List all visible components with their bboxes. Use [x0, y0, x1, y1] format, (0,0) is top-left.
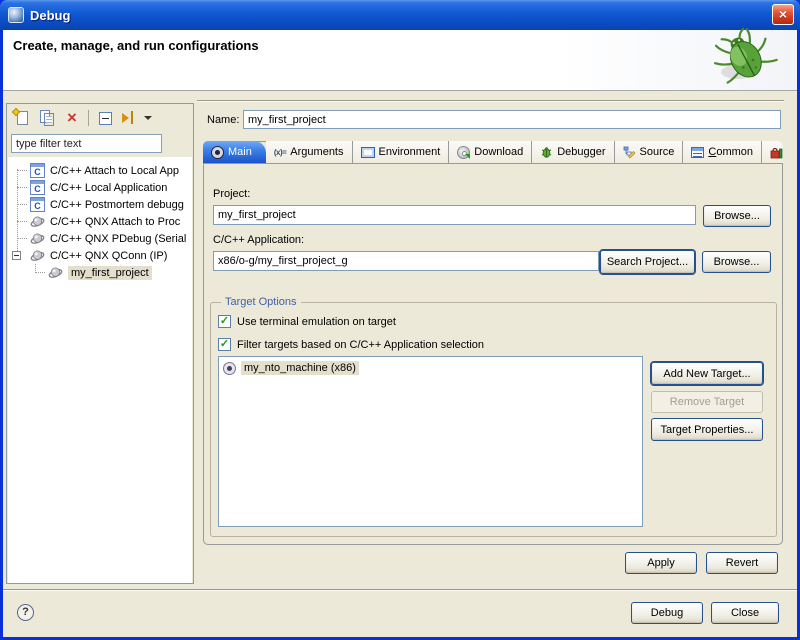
- main-target-icon: [211, 146, 224, 159]
- window-title: Debug: [30, 8, 70, 23]
- arguments-icon: (x)=: [274, 148, 286, 157]
- sidebar-toolbar: ×: [13, 107, 152, 129]
- tree-item-label: C/C++ QNX QConn (IP): [50, 250, 167, 262]
- tab-common[interactable]: Common: [683, 141, 762, 163]
- filter-targets-checkbox[interactable]: ✓: [218, 338, 231, 351]
- common-table-icon: [691, 147, 704, 158]
- collapse-all-icon[interactable]: [96, 109, 114, 127]
- target-options-title: Target Options: [221, 296, 301, 308]
- qnx-sphere-icon: [30, 231, 45, 246]
- debugger-bug-icon: [540, 146, 553, 159]
- tools-toolbox-icon: [770, 146, 783, 159]
- qnx-sphere-icon: [30, 214, 45, 229]
- delete-x-icon: ×: [67, 110, 77, 126]
- config-tab-strip: Main (x)= Arguments Environment Download: [203, 141, 783, 164]
- tab-environment[interactable]: Environment: [353, 141, 450, 163]
- tab-arguments[interactable]: (x)= Arguments: [266, 141, 353, 163]
- toolbar-separator: [88, 110, 89, 126]
- debug-button[interactable]: Debug: [631, 602, 703, 624]
- page-front-icon: [44, 113, 54, 126]
- apply-button[interactable]: Apply: [625, 552, 697, 574]
- tree-item-qnx-pdebug[interactable]: C/C++ QNX PDebug (Serial: [8, 230, 192, 247]
- delete-configuration-icon[interactable]: ×: [63, 109, 81, 127]
- use-terminal-emulation-label[interactable]: Use terminal emulation on target: [237, 316, 396, 328]
- tree-collapse-minus-icon[interactable]: [12, 251, 21, 260]
- application-input[interactable]: [213, 251, 599, 271]
- duplicate-configuration-icon[interactable]: [38, 109, 56, 127]
- dialog-header: Create, manage, and run configurations: [3, 30, 797, 90]
- debug-dialog-window: Debug × Create, manage, and run configur…: [0, 0, 800, 640]
- new-configuration-icon[interactable]: [13, 109, 31, 127]
- filter-arrow-icon: [122, 113, 129, 123]
- titlebar[interactable]: Debug ×: [0, 0, 800, 30]
- tab-source[interactable]: Source: [615, 141, 684, 163]
- revert-button[interactable]: Revert: [706, 552, 778, 574]
- c-application-icon: C: [30, 180, 45, 195]
- tree-item-qnx-attach[interactable]: C/C++ QNX Attach to Proc: [8, 213, 192, 230]
- project-input[interactable]: [213, 205, 696, 225]
- type-filter-input[interactable]: [11, 134, 162, 153]
- name-input[interactable]: [243, 110, 781, 129]
- dialog-header-title: Create, manage, and run configurations: [13, 38, 259, 53]
- configurations-tree: C C/C++ Attach to Local App C C/C++ Loca…: [8, 157, 192, 583]
- targets-list[interactable]: my_nto_machine (x86): [218, 356, 643, 527]
- application-label: C/C++ Application:: [213, 234, 304, 246]
- tab-debugger[interactable]: Debugger: [532, 141, 614, 163]
- qnx-sphere-icon: [48, 265, 63, 280]
- footer-separator-highlight: [3, 590, 797, 591]
- collapse-box-icon: [99, 112, 112, 125]
- target-list-item[interactable]: my_nto_machine (x86): [223, 361, 359, 375]
- name-label: Name:: [207, 114, 239, 126]
- target-item-label: my_nto_machine (x86): [241, 361, 359, 375]
- filter-menu-chevron-down-icon[interactable]: [144, 116, 152, 120]
- tree-item-label-selected: my_first_project: [68, 266, 152, 280]
- project-browse-button[interactable]: Browse...: [703, 205, 771, 227]
- use-terminal-emulation-checkbox[interactable]: ✓: [218, 315, 231, 328]
- close-window-button[interactable]: ×: [772, 4, 794, 25]
- tree-item-label: C/C++ QNX Attach to Proc: [50, 216, 180, 228]
- tree-item-label: C/C++ Postmortem debugg: [50, 199, 184, 211]
- window-icon: [8, 7, 24, 23]
- remove-target-button[interactable]: Remove Target: [651, 391, 763, 413]
- tree-item-my-first-project[interactable]: my_first_project: [8, 264, 192, 281]
- tab-tools[interactable]: Tools: [762, 141, 783, 163]
- tree-item-qnx-qconn[interactable]: C/C++ QNX QConn (IP): [8, 247, 192, 264]
- filter-launch-configurations-icon[interactable]: [121, 109, 139, 127]
- c-application-icon: C: [30, 163, 45, 178]
- launch-config-sidebar: × C C/C++ Attach to Local App C C/C++ Lo…: [6, 103, 194, 584]
- target-machine-icon: [223, 362, 236, 375]
- tab-main[interactable]: Main: [203, 141, 266, 163]
- search-project-button[interactable]: Search Project...: [600, 250, 695, 274]
- tab-download[interactable]: Download: [449, 141, 532, 163]
- help-button[interactable]: ?: [17, 604, 34, 621]
- download-disc-icon: [457, 146, 470, 159]
- target-properties-button[interactable]: Target Properties...: [651, 418, 763, 441]
- environment-monitor-icon: [361, 147, 375, 158]
- tree-item-attach-local[interactable]: C C/C++ Attach to Local App: [8, 162, 192, 179]
- qnx-sphere-icon: [30, 248, 45, 263]
- filter-bar-icon: [131, 111, 133, 124]
- add-new-target-button[interactable]: Add New Target...: [651, 362, 763, 385]
- tree-item-label: C/C++ QNX PDebug (Serial: [50, 233, 186, 245]
- tree-item-local-application[interactable]: C C/C++ Local Application: [8, 179, 192, 196]
- bug-illustration-icon: [702, 28, 782, 90]
- filter-targets-label[interactable]: Filter targets based on C/C++ Applicatio…: [237, 339, 484, 351]
- application-browse-button[interactable]: Browse...: [702, 251, 771, 273]
- tree-item-postmortem[interactable]: C C/C++ Postmortem debugg: [8, 196, 192, 213]
- tree-item-label: C/C++ Local Application: [50, 182, 167, 194]
- close-button[interactable]: Close: [711, 602, 779, 624]
- tree-item-label: C/C++ Attach to Local App: [50, 165, 179, 177]
- source-tree-pencil-icon: [623, 146, 636, 159]
- right-panel-top-border-highlight: [197, 101, 784, 102]
- project-label: Project:: [213, 188, 250, 200]
- c-application-icon: C: [30, 197, 45, 212]
